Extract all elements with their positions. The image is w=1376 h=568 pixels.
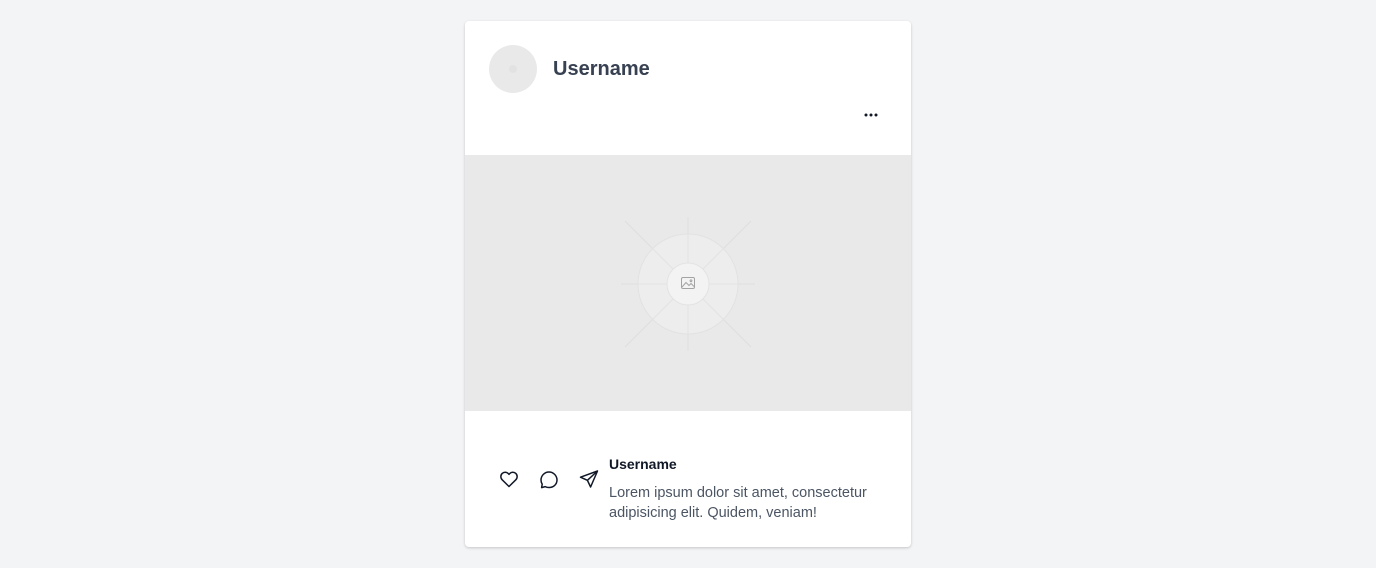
caption-text: Lorem ipsum dolor sit amet, consectetur …	[609, 485, 867, 521]
caption-username[interactable]: Username	[609, 455, 677, 473]
post-card: Username Username Lorem ipsum dolor sit …	[465, 21, 911, 547]
more-horizontal-icon	[864, 113, 878, 117]
avatar-placeholder-dot	[509, 65, 517, 73]
comment-icon	[540, 471, 558, 489]
post-author-username[interactable]: Username	[553, 57, 650, 81]
avatar[interactable]	[489, 45, 537, 93]
like-button[interactable]	[497, 467, 521, 491]
heart-icon	[500, 471, 518, 488]
post-image-placeholder[interactable]	[465, 155, 911, 411]
comment-button[interactable]	[537, 467, 561, 491]
post-footer: Username Lorem ipsum dolor sit amet, con…	[465, 411, 911, 547]
share-button[interactable]	[577, 467, 601, 491]
more-options-button[interactable]	[857, 103, 885, 127]
post-header: Username	[465, 21, 911, 155]
send-icon	[579, 470, 599, 488]
image-placeholder-graphic	[621, 217, 755, 351]
